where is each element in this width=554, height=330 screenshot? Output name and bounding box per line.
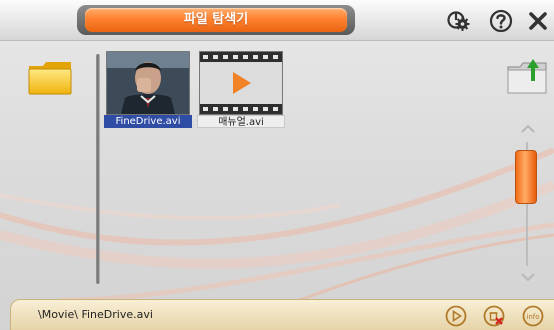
panel-divider <box>96 54 100 284</box>
scroll-thumb[interactable] <box>515 150 537 204</box>
file-item-manual[interactable]: 매뉴얼.avi <box>197 51 285 129</box>
file-name: FineDrive.avi <box>104 115 192 128</box>
scroll-down-icon[interactable] <box>519 271 537 285</box>
file-item-finedrive[interactable]: FineDrive.avi <box>104 51 192 129</box>
delete-icon[interactable] <box>483 305 505 327</box>
up-folder-icon[interactable] <box>506 57 548 95</box>
background-swirl <box>0 147 554 303</box>
page-title: 파일 탐색기 <box>85 8 347 32</box>
file-name: 매뉴얼.avi <box>197 115 285 128</box>
close-icon[interactable] <box>526 9 550 33</box>
video-thumbnail <box>106 51 190 115</box>
status-bar: \Movie\ FineDrive.avi info <box>10 299 554 330</box>
top-bar: 파일 탐색기 <box>0 0 554 41</box>
info-icon[interactable]: info <box>522 305 544 327</box>
film-play-icon <box>199 51 283 115</box>
file-explorer-screen: 파일 탐색기 FineDrive.avi 매뉴얼.avi \Movie\ Fin… <box>0 0 554 330</box>
play-icon[interactable] <box>445 305 467 327</box>
settings-gear-icon[interactable] <box>447 9 471 33</box>
current-path: \Movie\ FineDrive.avi <box>38 308 153 321</box>
scroll-up-icon[interactable] <box>519 121 537 135</box>
info-label: info <box>526 313 539 321</box>
help-icon[interactable] <box>489 9 513 33</box>
folder-icon[interactable] <box>27 60 73 96</box>
